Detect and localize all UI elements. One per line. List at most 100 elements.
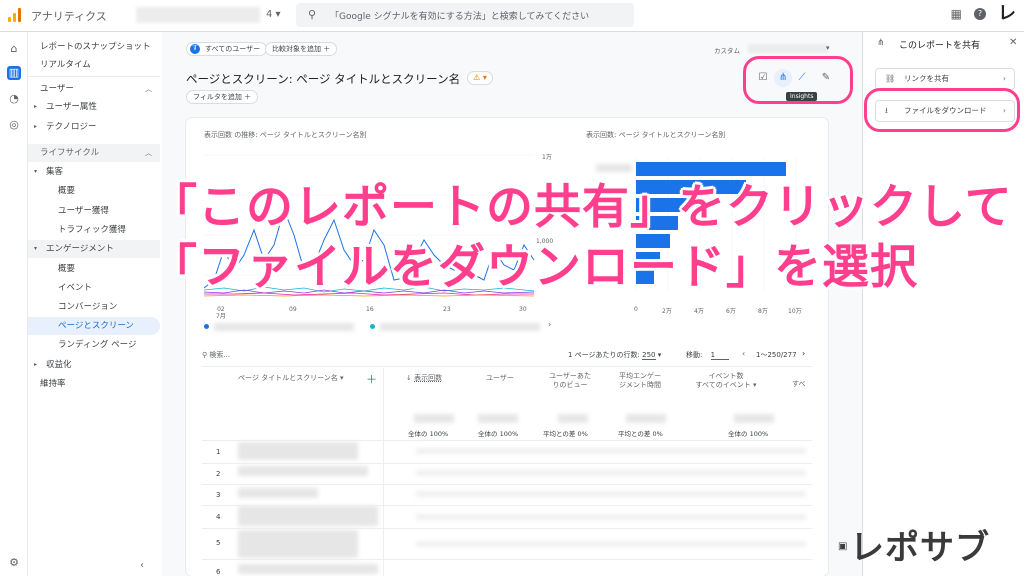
help-icon[interactable]: ? [974, 8, 986, 20]
bar-x-tick: 6万 [726, 308, 736, 315]
col-header-more: すべ [792, 380, 806, 388]
add-dimension-icon[interactable]: ＋ [366, 371, 377, 387]
row-dimension-redacted[interactable] [238, 466, 368, 476]
report-nav: レポートのスナップショット リアルタイム ユーザー ︿ ▸ ユーザー属性 ▸ テクノロ… [28, 32, 162, 576]
search-placeholder: 検索... [209, 351, 231, 359]
col-label: ページ タイトルとスクリーン名 [238, 374, 338, 382]
row-dimension-redacted[interactable] [238, 506, 378, 526]
nav-realtime[interactable]: リアルタイム [28, 56, 160, 74]
reports-icon[interactable]: ▥ [7, 66, 21, 80]
nav-monetization[interactable]: ▸ 収益化 [28, 356, 160, 374]
chevron-right-icon: › [1003, 74, 1006, 83]
row-values-redacted [416, 470, 806, 476]
close-icon[interactable]: ✕ [1009, 37, 1017, 48]
nav-user-acquisition[interactable]: ユーザー獲得 [28, 202, 160, 220]
settings-gear-icon[interactable]: ⚙ [7, 556, 21, 570]
col-header-events[interactable]: イベント数 すべてのイベント ▾ [686, 372, 766, 390]
nav-retention[interactable]: 維持率 [28, 375, 160, 393]
row-number: 2 [216, 470, 221, 478]
collapse-chevron-icon[interactable]: ‹ [140, 560, 144, 571]
row-dimension-redacted[interactable] [238, 564, 378, 574]
section-label: ライフサイクル [40, 148, 100, 158]
nav-label: ユーザー属性 [46, 102, 97, 112]
highlight-download-ring [864, 88, 1020, 132]
left-rail: ⌂ ▥ ◔ ◎ ⚙ [0, 32, 28, 576]
nav-section-user[interactable]: ユーザー ︿ [28, 80, 160, 98]
all-users-chip[interactable]: す すべてのユーザー [186, 42, 268, 56]
top-bar: アナリティクス 4 ▾ ⚲ 「Google シグナルを有効にする方法」と検索して… [0, 0, 1024, 32]
divider [202, 366, 812, 367]
share-icon: ⋔ [877, 38, 885, 48]
caret-down-icon: ▾ [34, 245, 38, 252]
account-avatar[interactable]: レ [998, 5, 1016, 23]
row-dimension-redacted[interactable] [238, 530, 358, 558]
search-icon: ⚲ [308, 8, 317, 21]
nav-landing-page[interactable]: ランディング ページ [28, 336, 160, 354]
legend-next-chevron-icon[interactable]: › [548, 320, 551, 329]
date-dropdown-icon[interactable]: ▾ [826, 44, 830, 52]
bar-x-tick: 10万 [788, 308, 802, 315]
warning-icon[interactable]: ⚠ ▾ [467, 71, 493, 85]
divider [202, 440, 812, 441]
col-header-views[interactable]: ↓ 表示回数 [406, 374, 442, 383]
goto-input[interactable]: 1 [710, 351, 729, 360]
goto-page: 移動: 1 [686, 350, 729, 360]
search-bar[interactable]: ⚲ 「Google シグナルを有効にする方法」と検索してみてください [296, 3, 634, 27]
advertising-icon[interactable]: ◎ [7, 118, 21, 132]
nav-label: テクノロジー [46, 122, 97, 132]
divider [202, 559, 812, 560]
bar-x-tick: 2万 [662, 308, 672, 315]
row-number: 1 [216, 448, 221, 456]
nav-conversions[interactable]: コンバージョン [28, 298, 160, 316]
legend-label-redacted [214, 323, 354, 331]
next-page-icon[interactable]: › [802, 349, 805, 358]
nav-technology[interactable]: ▸ テクノロジー [28, 118, 160, 136]
col-header-users[interactable]: ユーザー [486, 374, 514, 383]
app-name: アナリティクス [31, 10, 107, 23]
nav-acquisition[interactable]: ▾ 集客 [28, 163, 160, 181]
col-header-dimension[interactable]: ページ タイトルとスクリーン名 ▾ [238, 374, 344, 383]
bar-x-tick: 4万 [694, 308, 704, 315]
caret-right-icon: ▸ [34, 123, 38, 130]
caret-right-icon: ▸ [34, 103, 38, 110]
col-header-engagement[interactable]: 平均エンゲージメント時間 [616, 372, 664, 390]
summary-total: 全体の 100% [478, 430, 519, 438]
summary-total: 全体の 100% [408, 430, 449, 438]
nav-eng-overview[interactable]: 概要 [28, 260, 160, 278]
row-dimension-redacted[interactable] [238, 488, 318, 498]
date-range-redacted[interactable] [748, 44, 828, 53]
add-filter-chip[interactable]: フィルタを追加 ＋ [186, 90, 259, 104]
add-comparison-chip[interactable]: 比較対象を追加 ＋ [265, 42, 338, 56]
nav-engagement[interactable]: ▾ エンゲージメント [28, 240, 160, 258]
link-icon: ⛓ [885, 74, 896, 83]
share-link-button[interactable]: ⛓ リンクを共有 › [875, 68, 1015, 90]
rows-select[interactable]: 250 [642, 351, 656, 360]
x-tick-label: 30 [519, 306, 527, 313]
nav-traffic-acquisition[interactable]: トラフィック獲得 [28, 221, 160, 239]
divider [28, 76, 160, 77]
highlight-toolbar-ring [743, 56, 853, 104]
property-name-redacted[interactable] [136, 7, 260, 23]
row-dimension-redacted[interactable] [238, 442, 358, 460]
summary-value-redacted [734, 414, 774, 423]
home-icon[interactable]: ⌂ [7, 42, 21, 56]
table-search[interactable]: ⚲ 検索... [202, 350, 230, 360]
prev-page-icon[interactable]: ‹ [742, 349, 745, 358]
divider [202, 484, 812, 485]
line-chart-title: 表示回数 の推移: ページ タイトルとスクリーン名別 [204, 131, 367, 139]
col-header-views-per-user[interactable]: ユーザーあたりのビュー [548, 372, 592, 390]
nav-snapshot[interactable]: レポートのスナップショット [28, 38, 160, 56]
apps-grid-icon[interactable]: ▦ [951, 7, 962, 21]
property-selector[interactable]: 4 ▾ [266, 9, 281, 20]
nav-section-lifecycle[interactable]: ライフサイクル ︿ [28, 144, 160, 162]
chevron-up-icon: ︿ [145, 149, 152, 157]
nav-events[interactable]: イベント [28, 279, 160, 297]
explore-icon[interactable]: ◔ [7, 92, 21, 106]
caption-line-2: 「ファイルをダウンロード」を選択 [150, 240, 918, 295]
chip-label: フィルタを追加 [193, 93, 242, 101]
nav-pages-screens[interactable]: ページとスクリーン [28, 317, 160, 335]
nav-acq-overview[interactable]: 概要 [28, 182, 160, 200]
nav-user-attributes[interactable]: ▸ ユーザー属性 [28, 98, 160, 116]
feedback-icon[interactable]: ▣ [838, 541, 847, 552]
segment-badge-icon: す [190, 44, 200, 54]
